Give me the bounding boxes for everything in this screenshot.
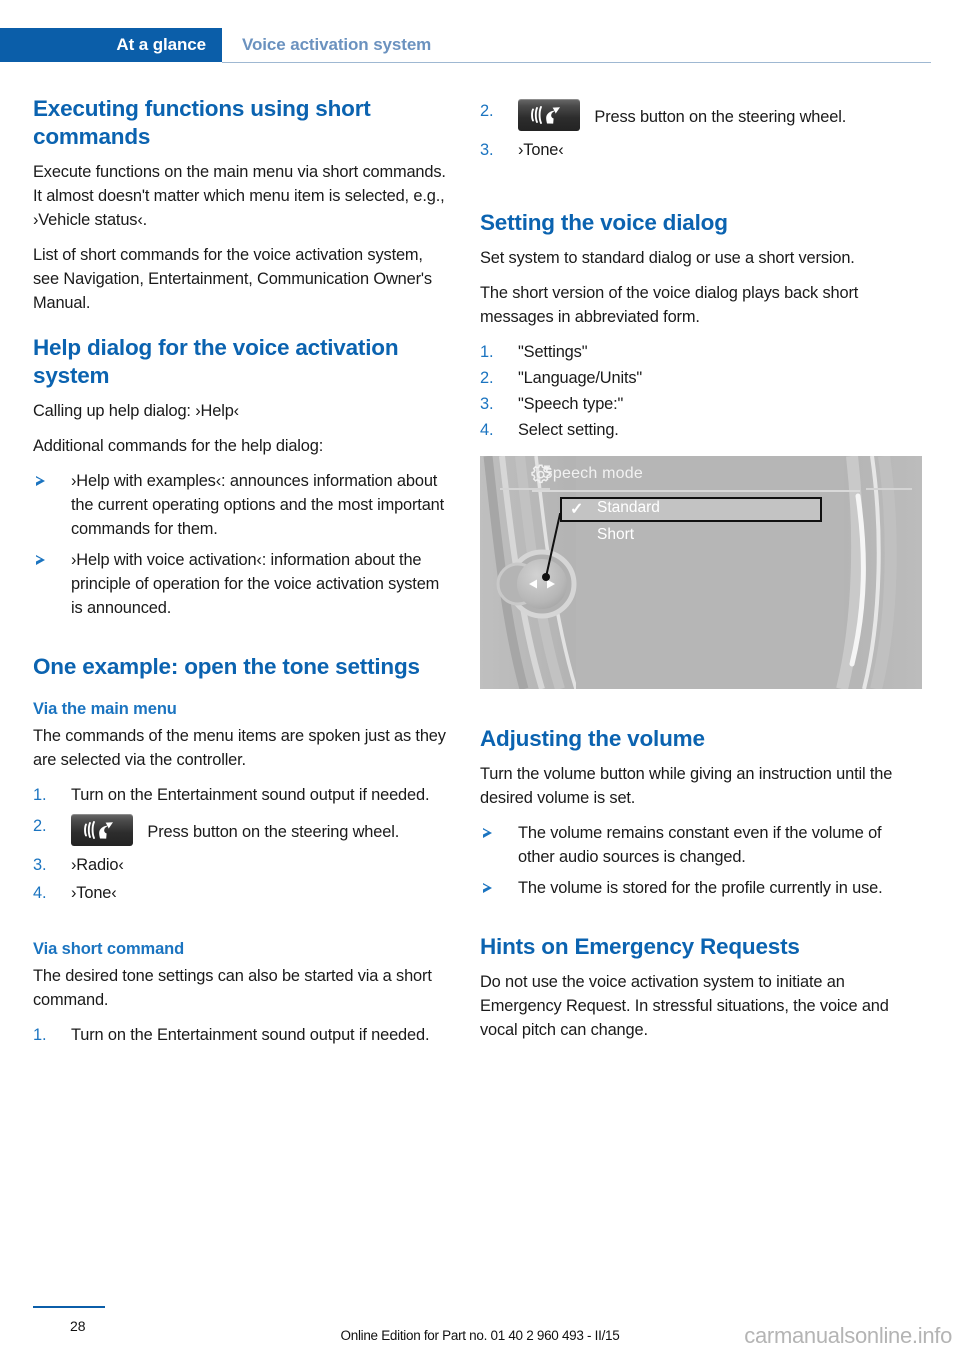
step-number: 2. — [480, 102, 494, 120]
steps-via-main-menu: 1. Turn on the Entertainment sound outpu… — [33, 783, 453, 905]
footer-divider — [33, 1306, 105, 1308]
step-number: 3. — [480, 141, 494, 159]
checkmark-icon: ✓ — [570, 501, 584, 518]
step-number: 2. — [33, 817, 47, 835]
steps-via-short-command: 1. Turn on the Entertainment sound outpu… — [33, 1023, 453, 1047]
steps-via-short-command-continued: 2. Press button on the steering wheel. 3… — [480, 99, 900, 162]
running-header: At a glance Voice activation system — [0, 28, 960, 62]
triangle-bullet-icon — [482, 828, 492, 838]
list-item: ›Help with examples‹: announces informat… — [33, 469, 453, 541]
list-item-text: The volume remains constant even if the … — [518, 824, 882, 866]
step-item: 2. Press button on the steering wheel. — [480, 99, 900, 131]
speech-button-icon — [518, 99, 580, 131]
paragraph-additional-commands: Additional commands for the help dialog: — [33, 437, 324, 455]
figure-menu-item-short[interactable]: Short — [597, 526, 634, 544]
list-item: The volume remains constant even if the … — [480, 821, 900, 869]
list-item-text: ›Help with voice activation‹: informatio… — [71, 551, 440, 617]
heading-adjusting-volume: Adjusting the volume — [480, 726, 705, 751]
heading-help-dialog: Help dialog for the voice activation sys… — [33, 335, 399, 388]
triangle-bullet-icon — [35, 476, 45, 486]
step-item: 4. Select setting. — [480, 418, 900, 442]
triangle-bullet-icon — [482, 883, 492, 893]
step-item: 3. ›Radio‹ — [33, 853, 453, 877]
paragraph-emergency-request-warning: Do not use the voice activation system t… — [480, 973, 889, 1039]
idrive-speech-mode-figure: Speech mode ✓ Standard Short — [480, 456, 922, 689]
step-text: "Language/Units" — [518, 369, 643, 387]
help-dialog-bullet-list: ›Help with examples‹: announces informat… — [33, 469, 453, 620]
step-item: 4. ›Tone‹ — [33, 881, 453, 905]
step-item: 1. Turn on the Entertainment sound outpu… — [33, 1023, 453, 1047]
steps-setting-voice-dialog: 1. "Settings" 2. "Language/Units" 3. "Sp… — [480, 340, 900, 442]
header-chapter-label: At a glance — [116, 35, 206, 54]
header-divider — [222, 62, 931, 63]
left-column: Executing functions using short commands… — [33, 95, 453, 1058]
step-item: 2. Press button on the steering wheel. — [33, 814, 453, 846]
triangle-bullet-icon — [35, 555, 45, 565]
step-item: 2. "Language/Units" — [480, 366, 900, 390]
step-item: 3. "Speech type:" — [480, 392, 900, 416]
heading-setting-voice-dialog: Setting the voice dialog — [480, 210, 728, 235]
figure-title-divider — [532, 490, 860, 492]
step-number: 1. — [33, 1026, 47, 1044]
step-item: 3. ›Tone‹ — [480, 138, 900, 162]
paragraph-calling-up-help: Calling up help dialog: ›Help‹ — [33, 402, 239, 420]
step-item: 1. Turn on the Entertainment sound outpu… — [33, 783, 453, 807]
step-item: 1. "Settings" — [480, 340, 900, 364]
step-text: Turn on the Entertainment sound output i… — [71, 786, 430, 804]
list-item-text: ›Help with examples‹: announces informat… — [71, 472, 445, 538]
step-number: 3. — [480, 395, 494, 413]
header-chapter-tab: At a glance — [0, 28, 222, 62]
speech-button-icon — [71, 814, 133, 846]
figure-title-speech-mode: Speech mode — [542, 465, 643, 482]
step-number: 1. — [480, 343, 494, 361]
paragraph-commands-spoken: The commands of the menu items are spoke… — [33, 727, 446, 769]
paragraph-short-version-playback: The short version of the voice dialog pl… — [480, 284, 859, 326]
list-item: ›Help with voice activation‹: informatio… — [33, 548, 453, 620]
heading-executing-functions: Executing functions using short commands — [33, 96, 371, 149]
step-number: 4. — [33, 884, 47, 902]
step-number: 4. — [480, 421, 494, 439]
heading-one-example-tone-settings: One example: open the tone settings — [33, 654, 420, 679]
step-text: ›Tone‹ — [518, 141, 564, 159]
figure-menu-item-standard[interactable]: Standard — [597, 499, 660, 517]
step-text: ›Radio‹ — [71, 856, 124, 874]
subheading-via-main-menu: Via the main menu — [33, 700, 177, 718]
step-number: 3. — [33, 856, 47, 874]
header-section-label: Voice activation system — [242, 35, 432, 54]
step-text: Press button on the steering wheel. — [147, 823, 400, 841]
subheading-via-short-command: Via short command — [33, 940, 185, 958]
paragraph-set-system-standard: Set system to standard dialog or use a s… — [480, 249, 855, 267]
step-text: "Speech type:" — [518, 395, 624, 413]
volume-bullet-list: The volume remains constant even if the … — [480, 821, 900, 900]
paragraph-list-of-short-commands: List of short commands for the voice act… — [33, 246, 432, 312]
list-item-text: The volume is stored for the profile cur… — [518, 879, 883, 897]
heading-hints-emergency-requests: Hints on Emergency Requests — [480, 934, 800, 959]
step-text: Turn on the Entertainment sound output i… — [71, 1026, 430, 1044]
step-number: 2. — [480, 369, 494, 387]
site-watermark: carmanualsonline.info — [744, 1323, 952, 1348]
right-column: 2. Press button on the steering wheel. 3… — [480, 95, 922, 1053]
list-item: The volume is stored for the profile cur… — [480, 876, 900, 900]
paragraph-execute-functions: Execute functions on the main menu via s… — [33, 163, 446, 229]
paragraph-turn-volume-button: Turn the volume button while giving an i… — [480, 765, 893, 807]
paragraph-tone-settings-short-command: The desired tone settings can also be st… — [33, 967, 432, 1009]
step-text: ›Tone‹ — [71, 884, 117, 902]
step-text: "Settings" — [518, 343, 588, 361]
step-number: 1. — [33, 786, 47, 804]
step-text: Press button on the steering wheel. — [594, 108, 847, 126]
step-text: Select setting. — [518, 421, 619, 439]
